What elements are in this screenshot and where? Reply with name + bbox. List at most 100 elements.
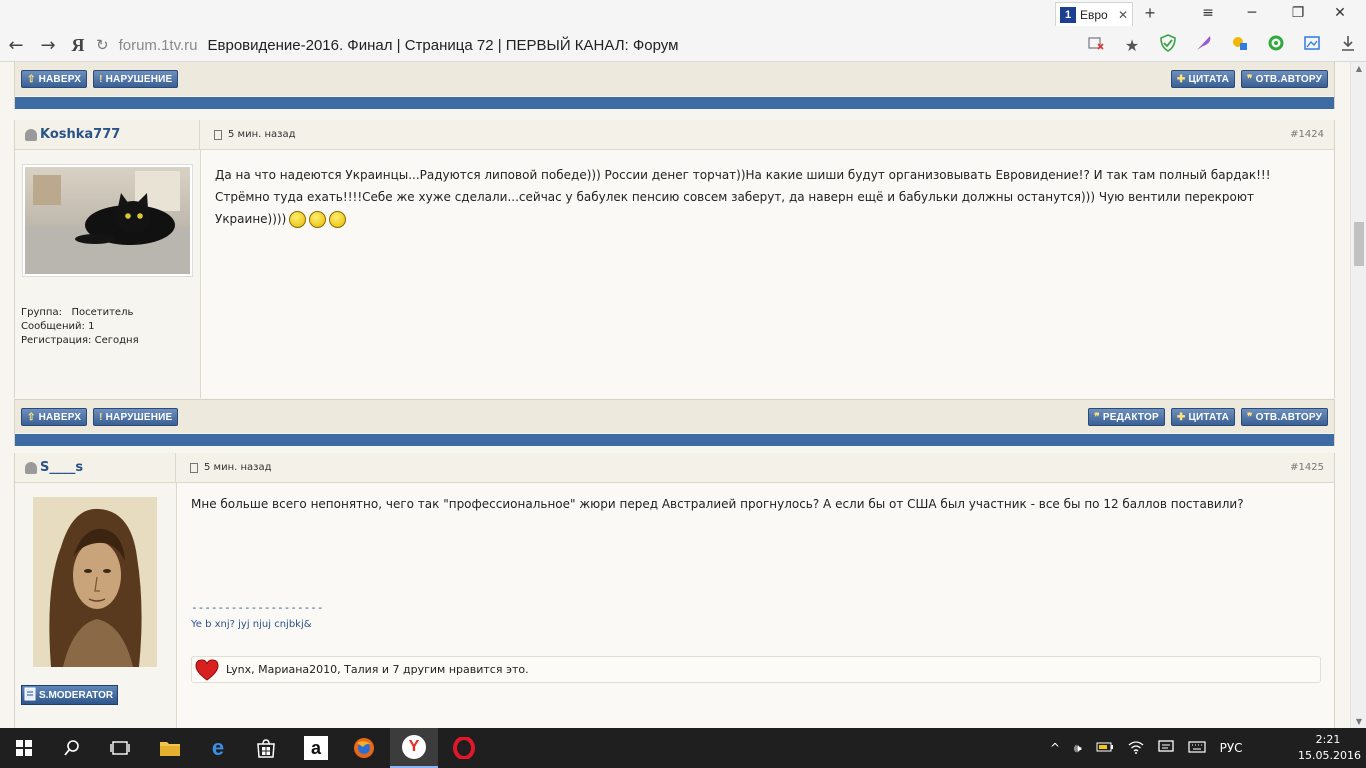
avatar[interactable] bbox=[33, 497, 157, 667]
battery-icon[interactable] bbox=[1096, 741, 1114, 756]
green-ring-extension-icon[interactable] bbox=[1258, 34, 1294, 56]
right-button-group: ❞ РЕДАКТОР ✚ ЦИТАТА ❞ ОТВ.АВТОРУ bbox=[1088, 408, 1328, 426]
quote-button[interactable]: ✚ ЦИТАТА bbox=[1170, 408, 1236, 426]
page-scrollbar[interactable]: ▲ ▼ bbox=[1350, 62, 1366, 728]
forum-page: ⇧ НАВЕРХ ! НАРУШЕНИЕ ✚ ЦИТАТА ❞ ОТВ.АВТОРУ K… bbox=[0, 62, 1350, 728]
reply-author-button[interactable]: ❞ ОТВ.АВТОРУ bbox=[1241, 70, 1328, 88]
file-explorer-icon[interactable] bbox=[146, 728, 194, 768]
address-bar-actions: ★ bbox=[1078, 30, 1366, 60]
author-name[interactable]: Koshka777 bbox=[40, 127, 120, 142]
clock-time: 2:21 bbox=[1315, 733, 1341, 746]
opera-icon[interactable] bbox=[440, 728, 488, 768]
system-clock[interactable]: 2:21 15.05.2016 bbox=[1298, 732, 1361, 764]
windows-start-icon[interactable] bbox=[0, 728, 48, 768]
left-button-group: ⇧ НАВЕРХ ! НАРУШЕНИЕ bbox=[21, 70, 179, 88]
edge-browser-icon[interactable]: e bbox=[194, 728, 242, 768]
likes-text[interactable]: Lynx, Мариана2010, Талия и 7 другим нрав… bbox=[226, 663, 529, 676]
right-button-group: ✚ ЦИТАТА ❞ ОТВ.АВТОРУ bbox=[1170, 70, 1328, 88]
post-author[interactable]: Koshka777 bbox=[15, 119, 200, 150]
post-header: Koshka777 5 мин. назад #1424 bbox=[15, 119, 1334, 150]
post-separator-bar bbox=[15, 434, 1334, 446]
wifi-icon[interactable] bbox=[1128, 740, 1144, 757]
task-view-icon[interactable] bbox=[96, 728, 144, 768]
notifications-icon[interactable] bbox=[1157, 739, 1174, 757]
user-icon bbox=[25, 461, 37, 474]
exclamation-icon: ! bbox=[99, 411, 103, 423]
tab-close-icon[interactable]: ✕ bbox=[1118, 8, 1128, 22]
user-icon bbox=[25, 128, 37, 141]
report-button[interactable]: ! НАРУШЕНИЕ bbox=[93, 70, 179, 88]
store-icon[interactable] bbox=[242, 728, 290, 768]
language-indicator[interactable]: РУС bbox=[1220, 741, 1243, 755]
url-field[interactable]: ↻ forum.1tv.ru Евровидение-2016. Финал |… bbox=[96, 31, 678, 59]
download-icon[interactable] bbox=[1330, 34, 1366, 56]
arrow-up-icon: ⇧ bbox=[27, 73, 36, 85]
yandex-browser-taskbar-icon[interactable]: Y bbox=[390, 728, 438, 768]
browser-menu-icon[interactable]: ≡ bbox=[1188, 2, 1228, 24]
bookmark-star-icon[interactable]: ★ bbox=[1114, 36, 1150, 55]
maximize-icon[interactable]: ❐ bbox=[1278, 2, 1318, 24]
post-body: S.MODERATOR Мне больше всего непонятно, … bbox=[15, 483, 1334, 728]
document-icon bbox=[190, 462, 198, 473]
post-body: Группа: Посетитель Сообщений: 1 Регистра… bbox=[15, 150, 1334, 398]
post-content: Мне больше всего непонятно, чего так "пр… bbox=[177, 483, 1334, 728]
puzzle-extension-icon[interactable] bbox=[1222, 34, 1258, 56]
url-page-title: Евровидение-2016. Финал | Страница 72 | … bbox=[207, 36, 679, 54]
tray-expand-icon[interactable]: ^ bbox=[1050, 741, 1060, 755]
post-author[interactable]: S____s bbox=[15, 452, 176, 483]
post-number[interactable]: #1424 bbox=[1290, 129, 1324, 140]
keyboard-icon[interactable] bbox=[1188, 740, 1206, 756]
refresh-icon[interactable]: ↻ bbox=[96, 36, 109, 54]
top-button[interactable]: ⇧ НАВЕРХ bbox=[21, 408, 88, 426]
amazon-icon[interactable]: a bbox=[292, 728, 340, 768]
quote-button[interactable]: ✚ ЦИТАТА bbox=[1170, 70, 1236, 88]
yandex-icon[interactable]: Я bbox=[64, 35, 92, 56]
quote-marks-icon: ❞ bbox=[1094, 411, 1100, 423]
screenshot-extension-icon[interactable] bbox=[1294, 34, 1330, 56]
avatar[interactable] bbox=[22, 164, 193, 277]
plus-icon: ✚ bbox=[1176, 411, 1186, 423]
previous-post-footer: ⇧ НАВЕРХ ! НАРУШЕНИЕ ✚ ЦИТАТА ❞ ОТВ.АВТОРУ bbox=[14, 62, 1335, 109]
feather-extension-icon[interactable] bbox=[1186, 34, 1222, 56]
post-separator-bar bbox=[15, 97, 1334, 109]
browser-tab[interactable]: 1 Евро ✕ bbox=[1055, 2, 1133, 26]
scroll-up-icon[interactable]: ▲ bbox=[1351, 64, 1366, 73]
smiley-icon bbox=[309, 211, 327, 228]
reply-author-button[interactable]: ❞ ОТВ.АВТОРУ bbox=[1241, 408, 1328, 426]
minimize-icon[interactable]: ─ bbox=[1232, 2, 1272, 24]
system-tray: ^ 🕪 РУС bbox=[1050, 728, 1243, 768]
smiley-icon bbox=[329, 211, 347, 228]
author-name[interactable]: S____s bbox=[40, 460, 83, 475]
signature: Ye b xnj? jyj njuj cnjbkj& bbox=[191, 619, 312, 630]
document-icon bbox=[214, 129, 222, 140]
adguard-shield-icon[interactable] bbox=[1150, 34, 1186, 56]
firefox-icon[interactable] bbox=[340, 728, 388, 768]
new-tab-icon[interactable]: + bbox=[1140, 3, 1160, 23]
top-button[interactable]: ⇧ НАВЕРХ bbox=[21, 70, 88, 88]
forward-icon[interactable]: → bbox=[32, 35, 64, 56]
post-number[interactable]: #1425 bbox=[1290, 462, 1324, 473]
editor-button[interactable]: ❞ РЕДАКТОР bbox=[1088, 408, 1165, 426]
report-button[interactable]: ! НАРУШЕНИЕ bbox=[93, 408, 179, 426]
post-1424-footer: ⇧ НАВЕРХ ! НАРУШЕНИЕ ❞ РЕДАКТОР ✚ ЦИТАТА ❞ ОТ… bbox=[14, 399, 1335, 446]
block-icon[interactable] bbox=[1078, 35, 1114, 55]
close-window-icon[interactable]: ✕ bbox=[1320, 2, 1360, 24]
search-icon[interactable] bbox=[48, 728, 96, 768]
plus-icon: ✚ bbox=[1176, 73, 1186, 85]
left-button-group: ⇧ НАВЕРХ ! НАРУШЕНИЕ bbox=[21, 408, 179, 426]
author-sidebar: S.MODERATOR bbox=[15, 483, 177, 728]
exclamation-icon: ! bbox=[99, 73, 103, 85]
tab-strip: 1 Евро ✕ + ≡ ─ ❐ ✕ bbox=[0, 0, 1366, 28]
scroll-thumb[interactable] bbox=[1354, 222, 1364, 266]
url-host: forum.1tv.ru bbox=[118, 36, 198, 54]
volume-icon[interactable]: 🕪 bbox=[1074, 741, 1082, 756]
heart-icon[interactable] bbox=[194, 658, 220, 681]
post-header: S____s 5 мин. назад #1425 bbox=[15, 452, 1334, 483]
signature-divider: -------------------- bbox=[191, 601, 324, 614]
moderator-badge: S.MODERATOR bbox=[21, 685, 119, 705]
post-text: Да на что надеются Украинцы...Радуются л… bbox=[215, 168, 1271, 228]
scroll-down-icon[interactable]: ▼ bbox=[1351, 717, 1366, 726]
post-text: Мне больше всего непонятно, чего так "пр… bbox=[191, 497, 1244, 511]
back-icon[interactable]: ← bbox=[0, 35, 32, 56]
browser-chrome: 1 Евро ✕ + ≡ ─ ❐ ✕ ← → Я ↻ forum.1tv.ru … bbox=[0, 0, 1366, 62]
